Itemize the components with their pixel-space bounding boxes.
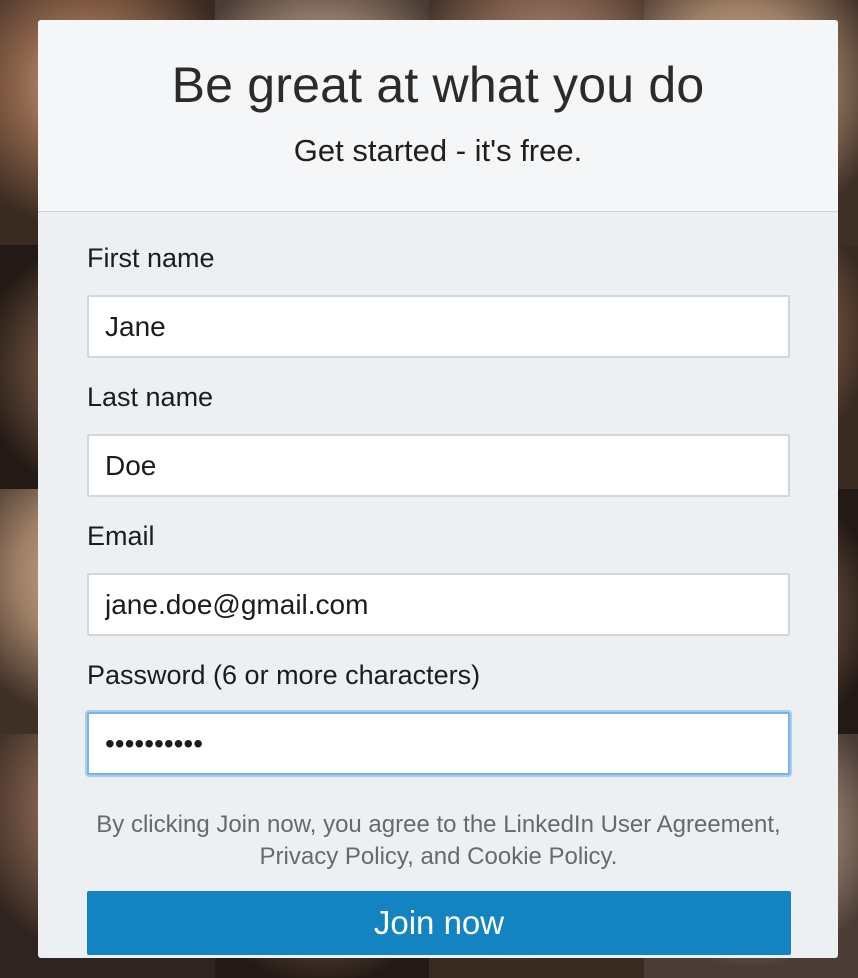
email-label: Email [87, 521, 155, 551]
first-name-input[interactable] [87, 295, 790, 358]
last-name-label: Last name [87, 382, 214, 412]
email-input[interactable] [87, 573, 790, 636]
first-name-label: First name [87, 243, 215, 273]
page-subtitle: Get started - it's free. [293, 133, 583, 168]
join-now-button[interactable]: Join now [87, 891, 791, 955]
last-name-input[interactable] [87, 434, 790, 497]
signup-card: Be great at what you do Get started - it… [38, 20, 838, 958]
legal-agreement-text: By clicking Join now, you agree to the L… [96, 811, 781, 870]
password-label: Password (6 or more characters) [87, 660, 481, 690]
page-title: Be great at what you do [171, 57, 705, 113]
signup-form: First name Last name Email Password (6 o… [38, 242, 838, 955]
password-input[interactable] [87, 712, 790, 775]
signup-header: Be great at what you do Get started - it… [38, 20, 838, 212]
